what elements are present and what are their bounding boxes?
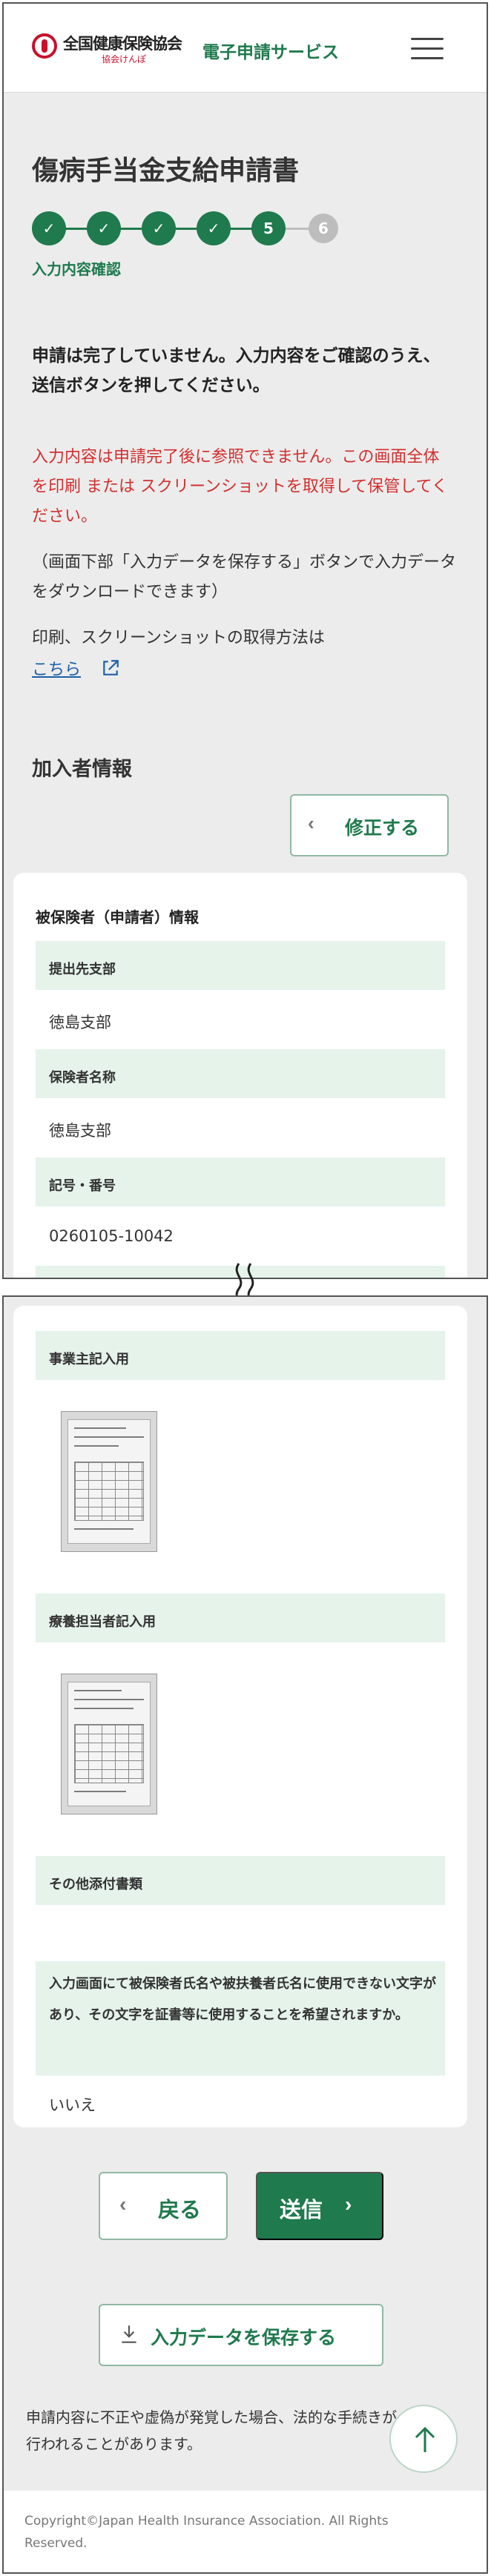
step-caption: 入力内容確認 bbox=[32, 260, 121, 278]
save-button-label: 入力データを保存する bbox=[151, 2328, 337, 2348]
field-label-insurer: 保険者名称 bbox=[36, 1049, 445, 1098]
field-value-insurer: 徳島支部 bbox=[49, 1122, 111, 1140]
chevron-right-icon: › bbox=[345, 2193, 352, 2216]
step-4-check-icon: ✓ bbox=[197, 211, 231, 245]
field-label-doctor: 療養担当者記入用 bbox=[36, 1594, 445, 1642]
send-button[interactable]: 送信 › bbox=[256, 2172, 383, 2240]
org-name[interactable]: 全国健康保険協会 bbox=[63, 32, 182, 54]
download-note: （画面下部「入力データを保存する」ボタンで入力データをダウンロードできます） bbox=[32, 553, 457, 601]
legal-warning: 申請内容に不正や虚偽が発覚した場合、法的な手続きが行われることがあります。 bbox=[26, 2408, 397, 2453]
copyright-text: Copyright©Japan Health Insurance Associa… bbox=[24, 2514, 389, 2551]
charset-answer: いいえ bbox=[49, 2096, 96, 2114]
field-value-branch: 徳島支部 bbox=[49, 1014, 111, 1031]
scroll-to-top-button[interactable] bbox=[389, 2405, 458, 2473]
insured-info-card: 被保険者（申請者）情報 提出先支部 徳島支部 保険者名称 徳島支部 記号・番号 … bbox=[13, 873, 467, 1278]
step-6-pending: 6 bbox=[309, 214, 338, 243]
doctor-document-thumbnail[interactable] bbox=[61, 1674, 157, 1814]
back-button[interactable]: ‹ 戻る bbox=[99, 2172, 228, 2240]
menu-icon[interactable] bbox=[411, 38, 444, 60]
step-1-check-icon: ✓ bbox=[32, 211, 66, 245]
save-input-data-button[interactable]: 入力データを保存する bbox=[99, 2304, 383, 2366]
edit-button-label: 修正する bbox=[345, 818, 420, 839]
step-2-check-icon: ✓ bbox=[87, 211, 121, 245]
field-label-other: その他添付書類 bbox=[36, 1856, 445, 1905]
section-title-subscriber: 加入者情報 bbox=[32, 758, 132, 781]
external-link-icon[interactable] bbox=[101, 658, 120, 678]
field-label-number: 記号・番号 bbox=[36, 1157, 445, 1206]
chevron-left-icon: ‹ bbox=[119, 2193, 127, 2216]
page-title: 傷病手当金支給申請書 bbox=[32, 156, 300, 186]
field-label-employer: 事業主記入用 bbox=[36, 1331, 445, 1380]
field-value-number: 0260105-10042 bbox=[49, 1227, 174, 1245]
org-sub-name: 協会けんぽ bbox=[102, 54, 147, 65]
site-header: 全国健康保険協会 協会けんぽ 電子申請サービス bbox=[4, 4, 487, 93]
howto-link[interactable]: こちら bbox=[32, 656, 81, 680]
screenshot-panel-top: 全国健康保険協会 協会けんぽ 電子申請サービス 傷病手当金支給申請書 ✓ ✓ ✓… bbox=[2, 2, 488, 1279]
incomplete-notice: 申請は完了していません。入力内容をご確認のうえ、送信ボタンを押してください。 bbox=[32, 346, 441, 395]
employer-document-thumbnail[interactable] bbox=[61, 1411, 157, 1552]
step-3-check-icon: ✓ bbox=[142, 211, 176, 245]
charset-question: 入力画面にて被保険者氏名や被扶養者氏名に使用できない文字があり、その文字を証書等… bbox=[49, 1976, 436, 2023]
save-warning: 入力内容は申請完了後に参照できません。この画面全体を印刷 または スクリーンショ… bbox=[32, 448, 448, 526]
field-label-branch: 提出先支部 bbox=[36, 941, 445, 990]
arrow-up-icon bbox=[415, 2426, 435, 2452]
back-button-label: 戻る bbox=[158, 2199, 202, 2222]
screenshot-panel-bottom: 事業主記入用 療養担当者記入用 その他添付書類 入力画面にて被保険者氏名や被扶養… bbox=[2, 1295, 488, 2574]
progress-steps: ✓ ✓ ✓ ✓ 5 6 bbox=[32, 211, 358, 247]
site-footer: Copyright©Japan Health Insurance Associa… bbox=[4, 2491, 487, 2572]
attachments-card: 事業主記入用 療養担当者記入用 その他添付書類 入力画面にて被保険者氏名や被扶養… bbox=[13, 1306, 467, 2127]
howto-text: 印刷、スクリーンショットの取得方法は bbox=[32, 629, 325, 647]
logo-icon[interactable] bbox=[32, 33, 57, 59]
insured-heading: 被保険者（申請者）情報 bbox=[36, 908, 199, 926]
step-5-current: 5 bbox=[251, 211, 286, 245]
service-name: 電子申請サービス bbox=[202, 43, 339, 62]
edit-button[interactable]: ‹ 修正する bbox=[290, 794, 449, 856]
download-icon bbox=[122, 2325, 136, 2343]
chevron-left-icon: ‹ bbox=[308, 812, 314, 834]
send-button-label: 送信 bbox=[280, 2199, 323, 2222]
